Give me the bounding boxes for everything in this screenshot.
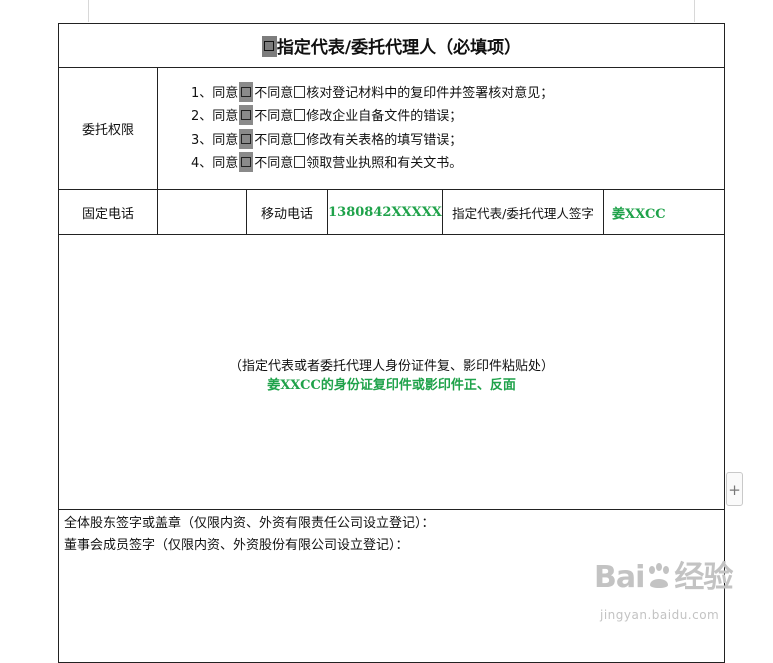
permission-item-2-agree: 2、同意 [191,109,239,125]
agree-checkbox-4[interactable] [239,152,254,173]
permission-item-4: 4、同意 不同意 领取营业执照和有关文书。 [191,152,724,176]
permission-item-4-disagree: 不同意 [254,156,294,172]
permission-item-4-agree: 4、同意 [191,156,239,172]
shareholder-signature-line: 全体股东签字或盖章（仅限内资、外资有限责任公司设立登记）： [64,516,435,532]
agree-checkbox-3[interactable] [239,128,254,149]
disagree-checkbox-2[interactable] [294,109,306,122]
id-paste-filled: 姜XXCC的身份证复印件或影印件正、反面 [267,378,516,394]
permissions-list: 1、同意 不同意 核对登记材料中的复印件并签署核对意见； 2、同意 不同意 修改企业自备… [156,67,726,190]
agree-checkbox-2[interactable] [239,105,254,126]
id-paste-area[interactable]: （指定代表或者委托代理人身份证件复、影印件粘贴处） 姜XXCC的身份证复印件或影… [57,234,726,511]
signature-label: 指定代表/委托代理人签字 [442,188,604,236]
permission-item-1-agree: 1、同意 [191,85,239,101]
watermark-brand: Bai [594,560,645,595]
mobile-label: 移动电话 [246,188,328,236]
landline-field[interactable] [157,188,247,236]
board-signature-line: 董事会成员签字（仅限内资、外资股份有限公司设立登记）： [64,538,409,554]
permission-item-1-text: 核对登记材料中的复印件并签署核对意见； [306,85,554,101]
paw-icon [649,563,670,588]
disagree-checkbox-1[interactable] [294,85,306,98]
permission-item-2: 2、同意 不同意 修改企业自备文件的错误； [191,105,724,129]
form-title-cell[interactable]: 指定代表/委托代理人（必填项） [57,22,726,69]
disagree-checkbox-4[interactable] [294,156,306,169]
baidu-jingyan-watermark: Bai 经验 jingyan.baidu.com [594,560,744,635]
disagree-checkbox-3[interactable] [294,132,306,145]
permission-item-3-disagree: 不同意 [254,132,294,148]
page-margin-guide-left [88,0,89,22]
add-row-button[interactable]: + [726,472,743,506]
mobile-field[interactable]: 1380842XXXXX [327,188,443,236]
permission-item-2-disagree: 不同意 [254,109,294,125]
watermark-url: jingyan.baidu.com [600,608,720,622]
permission-item-1-disagree: 不同意 [254,85,294,101]
page-margin-guide-right [694,0,695,22]
landline-label: 固定电话 [58,188,158,236]
permission-item-3-agree: 3、同意 [191,132,239,148]
agree-checkbox-1[interactable] [239,81,254,102]
permission-item-4-text: 领取营业执照和有关文书。 [306,156,463,172]
signature-field[interactable]: 姜XXCC [602,188,726,236]
permission-item-2-text: 修改企业自备文件的错误； [306,109,463,125]
permission-item-3: 3、同意 不同意 修改有关表格的填写错误； [191,128,724,153]
permission-item-1: 1、同意 不同意 核对登记材料中的复印件并签署核对意见； [191,81,724,106]
title-checkbox[interactable] [261,36,277,58]
form-title: 指定代表/委托代理人（必填项） [276,38,522,59]
watermark-suffix: 经验 [674,560,733,595]
id-paste-note: （指定代表或者委托代理人身份证件复、影印件粘贴处） [229,359,555,375]
permissions-label: 委托权限 [58,67,158,190]
permission-item-3-text: 修改有关表格的填写错误； [306,132,463,148]
